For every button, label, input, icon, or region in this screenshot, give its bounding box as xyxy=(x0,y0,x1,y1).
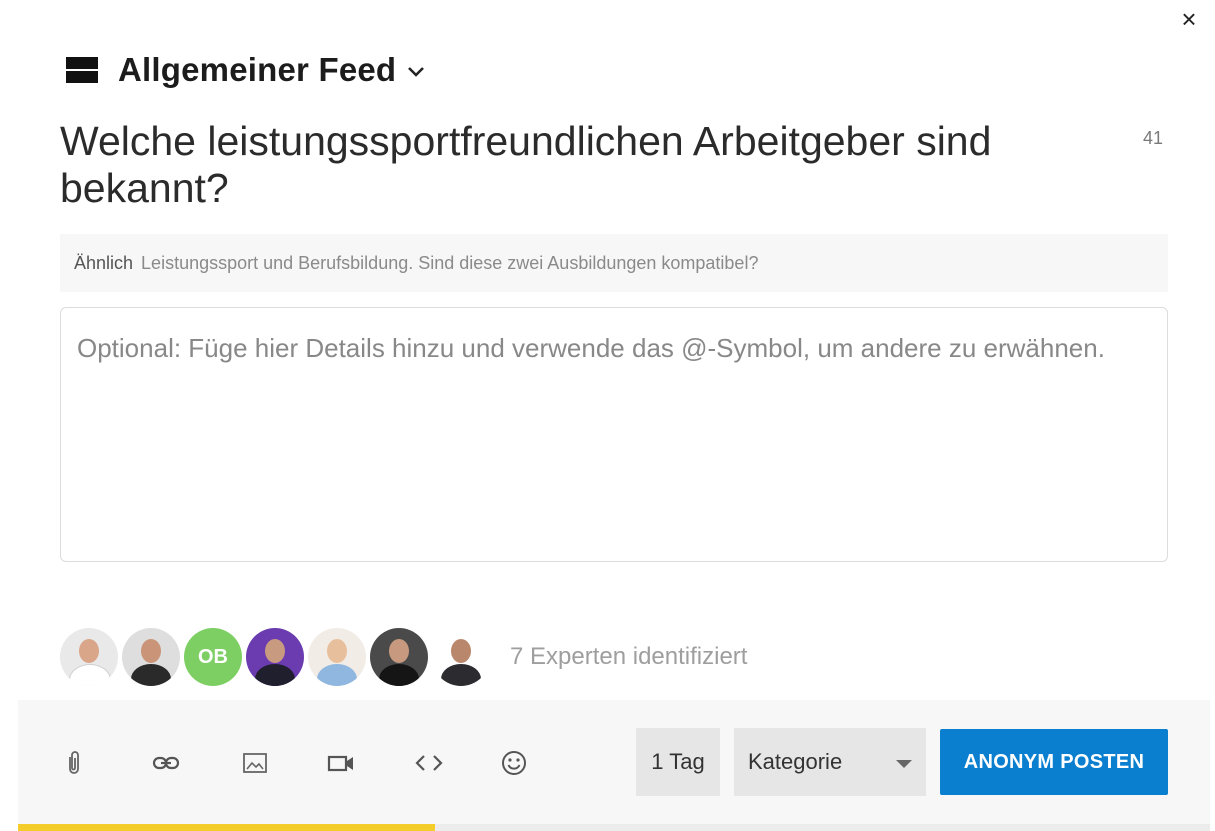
similar-question-link[interactable]: Leistungssport und Berufsbildung. Sind d… xyxy=(141,253,758,274)
post-anonymous-button[interactable]: ANONYM POSTEN xyxy=(940,729,1168,795)
avatar[interactable] xyxy=(308,628,366,686)
emoji-icon[interactable] xyxy=(499,748,529,778)
video-icon[interactable] xyxy=(326,748,356,778)
char-count: 41 xyxy=(1143,128,1164,148)
avatar[interactable] xyxy=(432,628,490,686)
similar-label: Ähnlich xyxy=(74,252,134,273)
feed-icon xyxy=(66,56,98,84)
close-icon[interactable]: × xyxy=(1174,4,1204,34)
category-label: Kategorie xyxy=(748,749,843,774)
avatar-initials[interactable]: OB xyxy=(184,628,242,686)
similar-question: Ähnlich Leistungssport und Berufsbildung… xyxy=(60,234,1168,292)
details-input[interactable]: Optional: Füge hier Details hinzu und ve… xyxy=(60,307,1168,562)
progress-fill xyxy=(18,824,436,831)
code-icon[interactable] xyxy=(414,748,444,778)
avatar[interactable] xyxy=(122,628,180,686)
link-icon[interactable] xyxy=(151,748,181,778)
details-placeholder: Optional: Füge hier Details hinzu und ve… xyxy=(77,333,1105,363)
category-select[interactable]: Kategorie xyxy=(734,728,926,796)
chevron-down-icon[interactable] xyxy=(406,65,426,79)
post-toolbar: 1 Tag Kategorie ANONYM POSTEN xyxy=(18,700,1210,824)
duration-button[interactable]: 1 Tag xyxy=(636,728,720,796)
question-title[interactable]: Welche leistungssportfreundlichen Arbeit… xyxy=(60,118,1100,212)
feed-selector[interactable]: Allgemeiner Feed xyxy=(66,48,426,92)
experts-summary[interactable]: 7 Experten identifiziert xyxy=(510,643,747,671)
image-icon[interactable] xyxy=(240,748,270,778)
experts-row: OB 7 Experten identifiziert xyxy=(60,628,747,686)
avatar[interactable] xyxy=(370,628,428,686)
caret-down-icon xyxy=(896,760,912,768)
avatar[interactable] xyxy=(246,628,304,686)
paperclip-icon[interactable] xyxy=(59,748,89,778)
feed-title: Allgemeiner Feed xyxy=(118,51,397,88)
avatar[interactable] xyxy=(60,628,118,686)
progress-bar xyxy=(18,824,1210,831)
